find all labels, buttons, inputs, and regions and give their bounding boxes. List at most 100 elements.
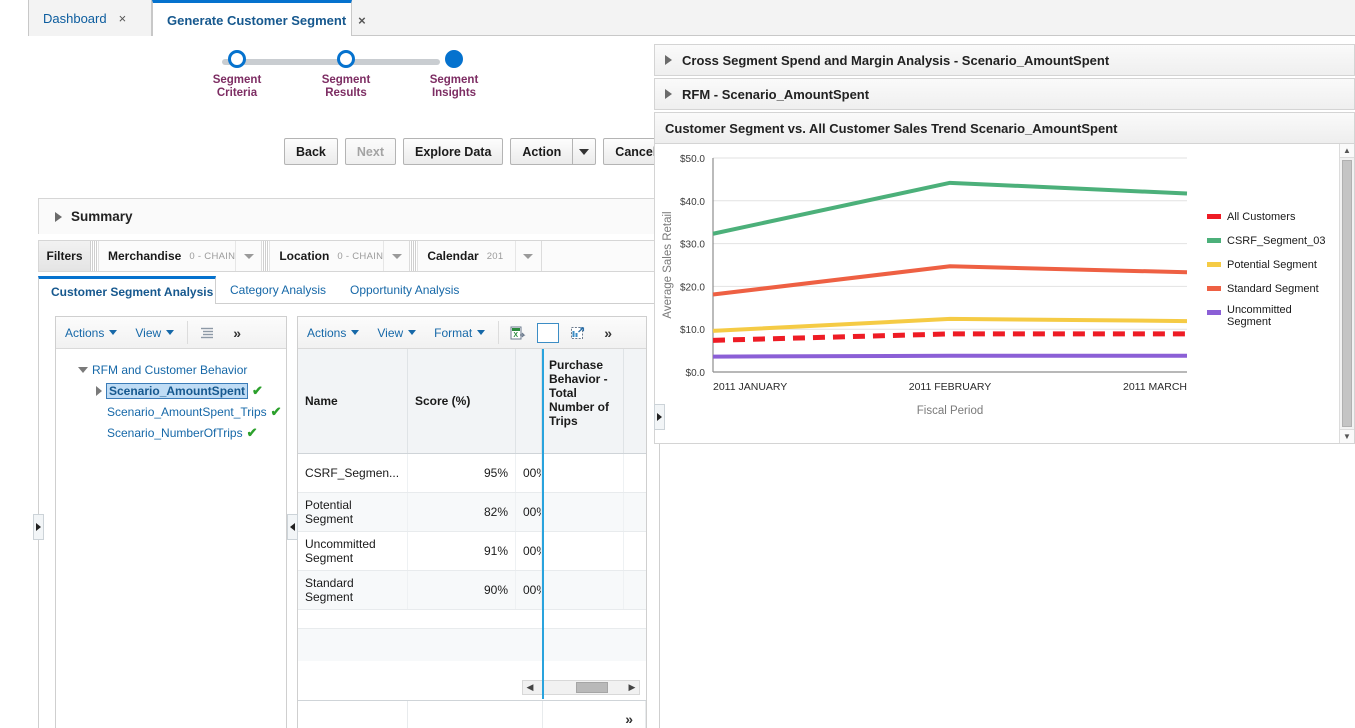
footer-cell-name <box>298 701 408 728</box>
train-step-segment-criteria[interactable]: Segment Criteria <box>182 46 292 100</box>
tree-node-scenario-amountspent[interactable]: Scenario_AmountSpent ✔ <box>62 380 280 401</box>
back-button[interactable]: Back <box>284 138 338 165</box>
tree-indent-icon[interactable] <box>192 317 222 348</box>
table-format-menu[interactable]: Format <box>425 317 494 348</box>
svg-text:$10.0: $10.0 <box>680 325 705 336</box>
detach-icon[interactable] <box>563 317 593 348</box>
query-by-example-button[interactable] <box>533 317 563 348</box>
train-step-segment-results[interactable]: Segment Results <box>291 46 401 100</box>
table-empty-area <box>298 628 646 661</box>
column-header-purchase-behavior-trips[interactable]: Purchase Behavior - Total Number of Trip… <box>542 349 624 453</box>
cell-name: Uncommitted Segment <box>298 532 408 570</box>
footer-overflow-button[interactable]: » <box>543 701 646 728</box>
splitter-tree-table[interactable] <box>287 514 298 540</box>
tree-root-label[interactable]: RFM and Customer Behavior <box>92 363 247 377</box>
table-row[interactable]: CSRF_Segmen... 95% 00% <box>298 454 646 493</box>
summary-header[interactable]: Summary <box>38 198 658 234</box>
tree-node-label[interactable]: Scenario_NumberOfTrips <box>107 426 243 440</box>
filter-merchandise-grip[interactable] <box>91 241 99 271</box>
tree-overflow-button[interactable]: » <box>222 317 252 348</box>
panel-rfm[interactable]: RFM - Scenario_AmountSpent <box>654 78 1355 110</box>
splitter-right-expand[interactable] <box>654 404 665 430</box>
train-step-2-label-line1: Segment <box>321 74 371 86</box>
svg-text:Average Sales Retail: Average Sales Retail <box>662 211 674 318</box>
scroll-up-icon[interactable]: ▲ <box>1340 144 1354 158</box>
column-header-clipped[interactable] <box>516 349 542 453</box>
filters-label[interactable]: Filters <box>39 241 91 271</box>
tree-root-row[interactable]: RFM and Customer Behavior <box>62 359 280 380</box>
tree-view-menu[interactable]: View <box>126 317 183 348</box>
panel-title: RFM - Scenario_AmountSpent <box>682 86 870 102</box>
action-dropdown-button[interactable] <box>572 138 597 165</box>
chevron-down-icon <box>523 253 534 259</box>
svg-text:CSRF_Segment_03: CSRF_Segment_03 <box>1227 235 1325 247</box>
train-step-3-label-line2: Insights <box>431 87 477 99</box>
filter-merchandise-dropdown[interactable] <box>235 241 261 271</box>
scrollbar-thumb[interactable] <box>576 682 608 693</box>
train-step-2-label-line2: Results <box>325 87 367 99</box>
chevron-down-icon <box>351 330 360 335</box>
tab-dashboard[interactable]: Dashboard × <box>28 0 152 36</box>
chart-vertical-scrollbar[interactable]: ▲ ▼ <box>1339 144 1354 443</box>
check-icon: ✔ <box>270 403 282 419</box>
cell-name: CSRF_Segmen... <box>298 454 408 492</box>
panel-sales-trend[interactable]: Customer Segment vs. All Customer Sales … <box>654 112 1355 144</box>
svg-text:X: X <box>514 332 519 339</box>
cell-trips <box>542 493 624 531</box>
triangle-right-icon <box>665 89 672 99</box>
explore-data-button[interactable]: Explore Data <box>402 138 504 165</box>
toolbar-separator <box>498 321 500 344</box>
scroll-left-icon[interactable]: ◀ <box>523 683 537 692</box>
filter-calendar-name: Calendar <box>427 249 479 263</box>
table-row[interactable]: Potential Segment 82% 00% <box>298 493 646 532</box>
footer-cell-score <box>408 701 543 728</box>
toolbar-separator <box>187 321 189 344</box>
export-to-excel-icon[interactable]: X <box>503 317 533 348</box>
tree-node-label[interactable]: Scenario_AmountSpent <box>106 382 249 399</box>
svg-text:$20.0: $20.0 <box>680 282 705 293</box>
column-header-score[interactable]: Score (%) <box>408 349 516 453</box>
table-row[interactable]: Standard Segment 90% 00% <box>298 571 646 610</box>
sales-trend-chart[interactable]: $0.0 $10.0 $20.0 $30.0 $40.0 $50.0 2011 JANUAR… <box>655 144 1341 442</box>
filter-location[interactable]: Location 0 - CHAIN <box>262 241 411 271</box>
scrollbar-thumb[interactable] <box>1342 160 1352 427</box>
svg-text:Standard Segment: Standard Segment <box>1227 283 1319 295</box>
tab-dashboard-close-icon[interactable]: × <box>119 12 127 25</box>
splitter-left-collapse[interactable] <box>33 514 44 540</box>
filter-location-dropdown[interactable] <box>383 241 409 271</box>
table-view-menu[interactable]: View <box>368 317 425 348</box>
tree-node-scenario-amountspent-trips[interactable]: Scenario_AmountSpent_Trips ✔ <box>62 401 282 422</box>
cell-trips <box>542 532 624 570</box>
filter-calendar[interactable]: Calendar 201 <box>410 241 542 271</box>
filter-bar: Filters Merchandise 0 - CHAIN Location 0… <box>38 240 660 272</box>
tree-node-scenario-numberoftrips[interactable]: Scenario_NumberOfTrips ✔ <box>62 422 280 443</box>
tree-node-label[interactable]: Scenario_AmountSpent_Trips <box>107 405 267 419</box>
tree-actions-menu[interactable]: Actions <box>56 317 126 348</box>
tab-customer-segment-analysis[interactable]: Customer Segment Analysis <box>38 276 216 305</box>
action-split-button: Action <box>510 138 597 165</box>
tab-generate-customer-segment-close-icon[interactable]: × <box>358 14 366 27</box>
filter-calendar-grip[interactable] <box>410 241 419 271</box>
page-body: Segment Criteria Segment Results Segment <box>0 36 1355 728</box>
filter-calendar-dropdown[interactable] <box>514 241 541 271</box>
filter-location-grip[interactable] <box>262 241 271 271</box>
panel-cross-segment-spend-margin[interactable]: Cross Segment Spend and Margin Analysis … <box>654 44 1355 76</box>
triangle-down-icon[interactable] <box>78 366 88 373</box>
table-overflow-button[interactable]: » <box>593 317 623 348</box>
table-row[interactable]: Uncommitted Segment 91% 00% <box>298 532 646 571</box>
table-horizontal-scrollbar[interactable]: ◀ ▶ <box>522 680 640 695</box>
filter-merchandise[interactable]: Merchandise 0 - CHAIN <box>91 241 263 271</box>
column-resize-indicator[interactable] <box>542 349 544 699</box>
train-step-segment-insights[interactable]: Segment Insights <box>399 46 509 100</box>
column-header-name[interactable]: Name <box>298 349 408 453</box>
action-button[interactable]: Action <box>510 138 573 165</box>
tab-category-analysis[interactable]: Category Analysis <box>218 276 338 304</box>
scroll-right-icon[interactable]: ▶ <box>625 683 639 692</box>
tab-opportunity-analysis[interactable]: Opportunity Analysis <box>338 276 471 304</box>
svg-text:$0.0: $0.0 <box>686 368 706 379</box>
scroll-down-icon[interactable]: ▼ <box>1340 429 1354 443</box>
table-actions-menu[interactable]: Actions <box>298 317 368 348</box>
tab-generate-customer-segment[interactable]: Generate Customer Segment × <box>152 0 366 37</box>
triangle-right-icon[interactable] <box>96 385 102 396</box>
triangle-left-icon <box>290 523 295 531</box>
